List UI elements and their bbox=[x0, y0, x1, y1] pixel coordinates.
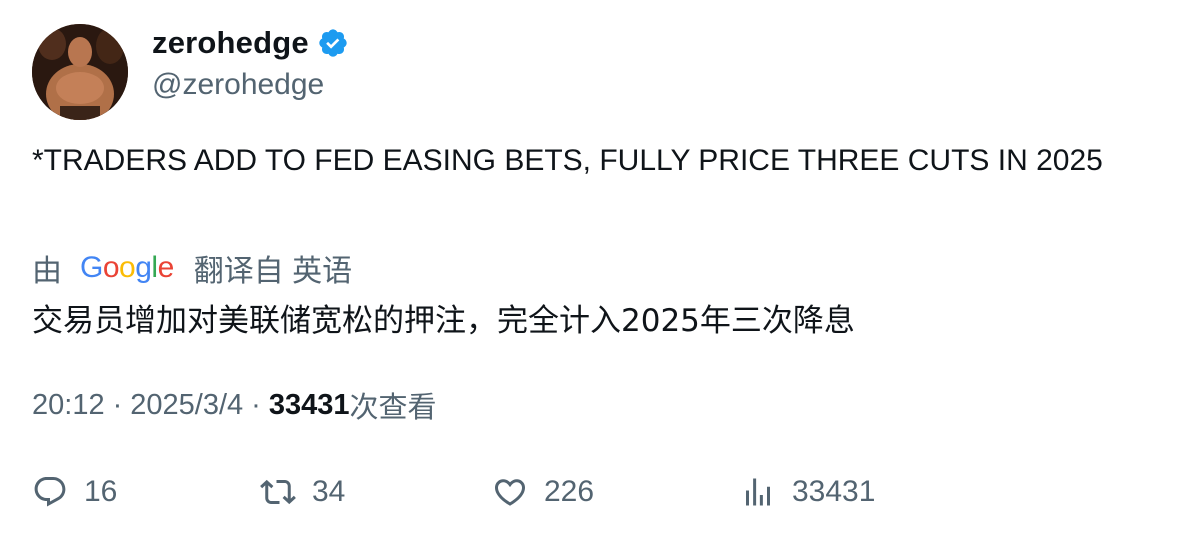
avatar[interactable] bbox=[32, 24, 128, 120]
display-name[interactable]: zerohedge bbox=[152, 25, 309, 61]
tweet-time[interactable]: 20:12 bbox=[32, 389, 105, 422]
views-label: 次查看 bbox=[349, 392, 437, 424]
tweet-meta: 20:12 · 2025/3/4 · 33431 次查看 bbox=[32, 385, 436, 425]
action-bar: 16 34 226 33431 bbox=[32, 470, 1132, 514]
like-button[interactable]: 226 bbox=[492, 470, 594, 514]
heart-icon bbox=[494, 479, 526, 506]
retweet-count: 34 bbox=[312, 475, 346, 508]
reply-count: 16 bbox=[84, 475, 118, 508]
retweet-icon bbox=[260, 479, 296, 505]
meta-separator: · bbox=[112, 388, 123, 421]
analytics-icon bbox=[746, 478, 770, 506]
translation-attribution[interactable]: 由 Google 翻译自 英语 bbox=[32, 248, 352, 288]
verified-badge-icon bbox=[317, 27, 349, 59]
like-count: 226 bbox=[544, 475, 595, 508]
translated-text: 交易员增加对美联储宽松的押注，完全计入2025年三次降息 bbox=[32, 303, 855, 339]
reply-icon bbox=[34, 477, 66, 507]
views-count: 33431 bbox=[268, 388, 350, 421]
meta-separator: · bbox=[251, 388, 261, 421]
tweet-date[interactable]: 2025/3/4 bbox=[130, 389, 243, 422]
views-button[interactable]: 33431 bbox=[740, 470, 875, 514]
views-action-count: 33431 bbox=[792, 475, 876, 508]
tweet-header: zerohedge @zerohedge bbox=[32, 24, 732, 120]
retweet-button[interactable]: 34 bbox=[260, 470, 345, 514]
reply-button[interactable]: 16 bbox=[32, 470, 117, 514]
user-handle[interactable]: @zerohedge bbox=[152, 68, 349, 102]
google-logo: Google bbox=[80, 251, 174, 284]
translation-prefix: 由 bbox=[32, 255, 62, 288]
author-names: zerohedge @zerohedge bbox=[152, 24, 349, 102]
translation-suffix: 翻译自 英语 bbox=[193, 255, 353, 288]
tweet-text: *TRADERS ADD TO FED EASING BETS, FULLY P… bbox=[32, 144, 1103, 177]
